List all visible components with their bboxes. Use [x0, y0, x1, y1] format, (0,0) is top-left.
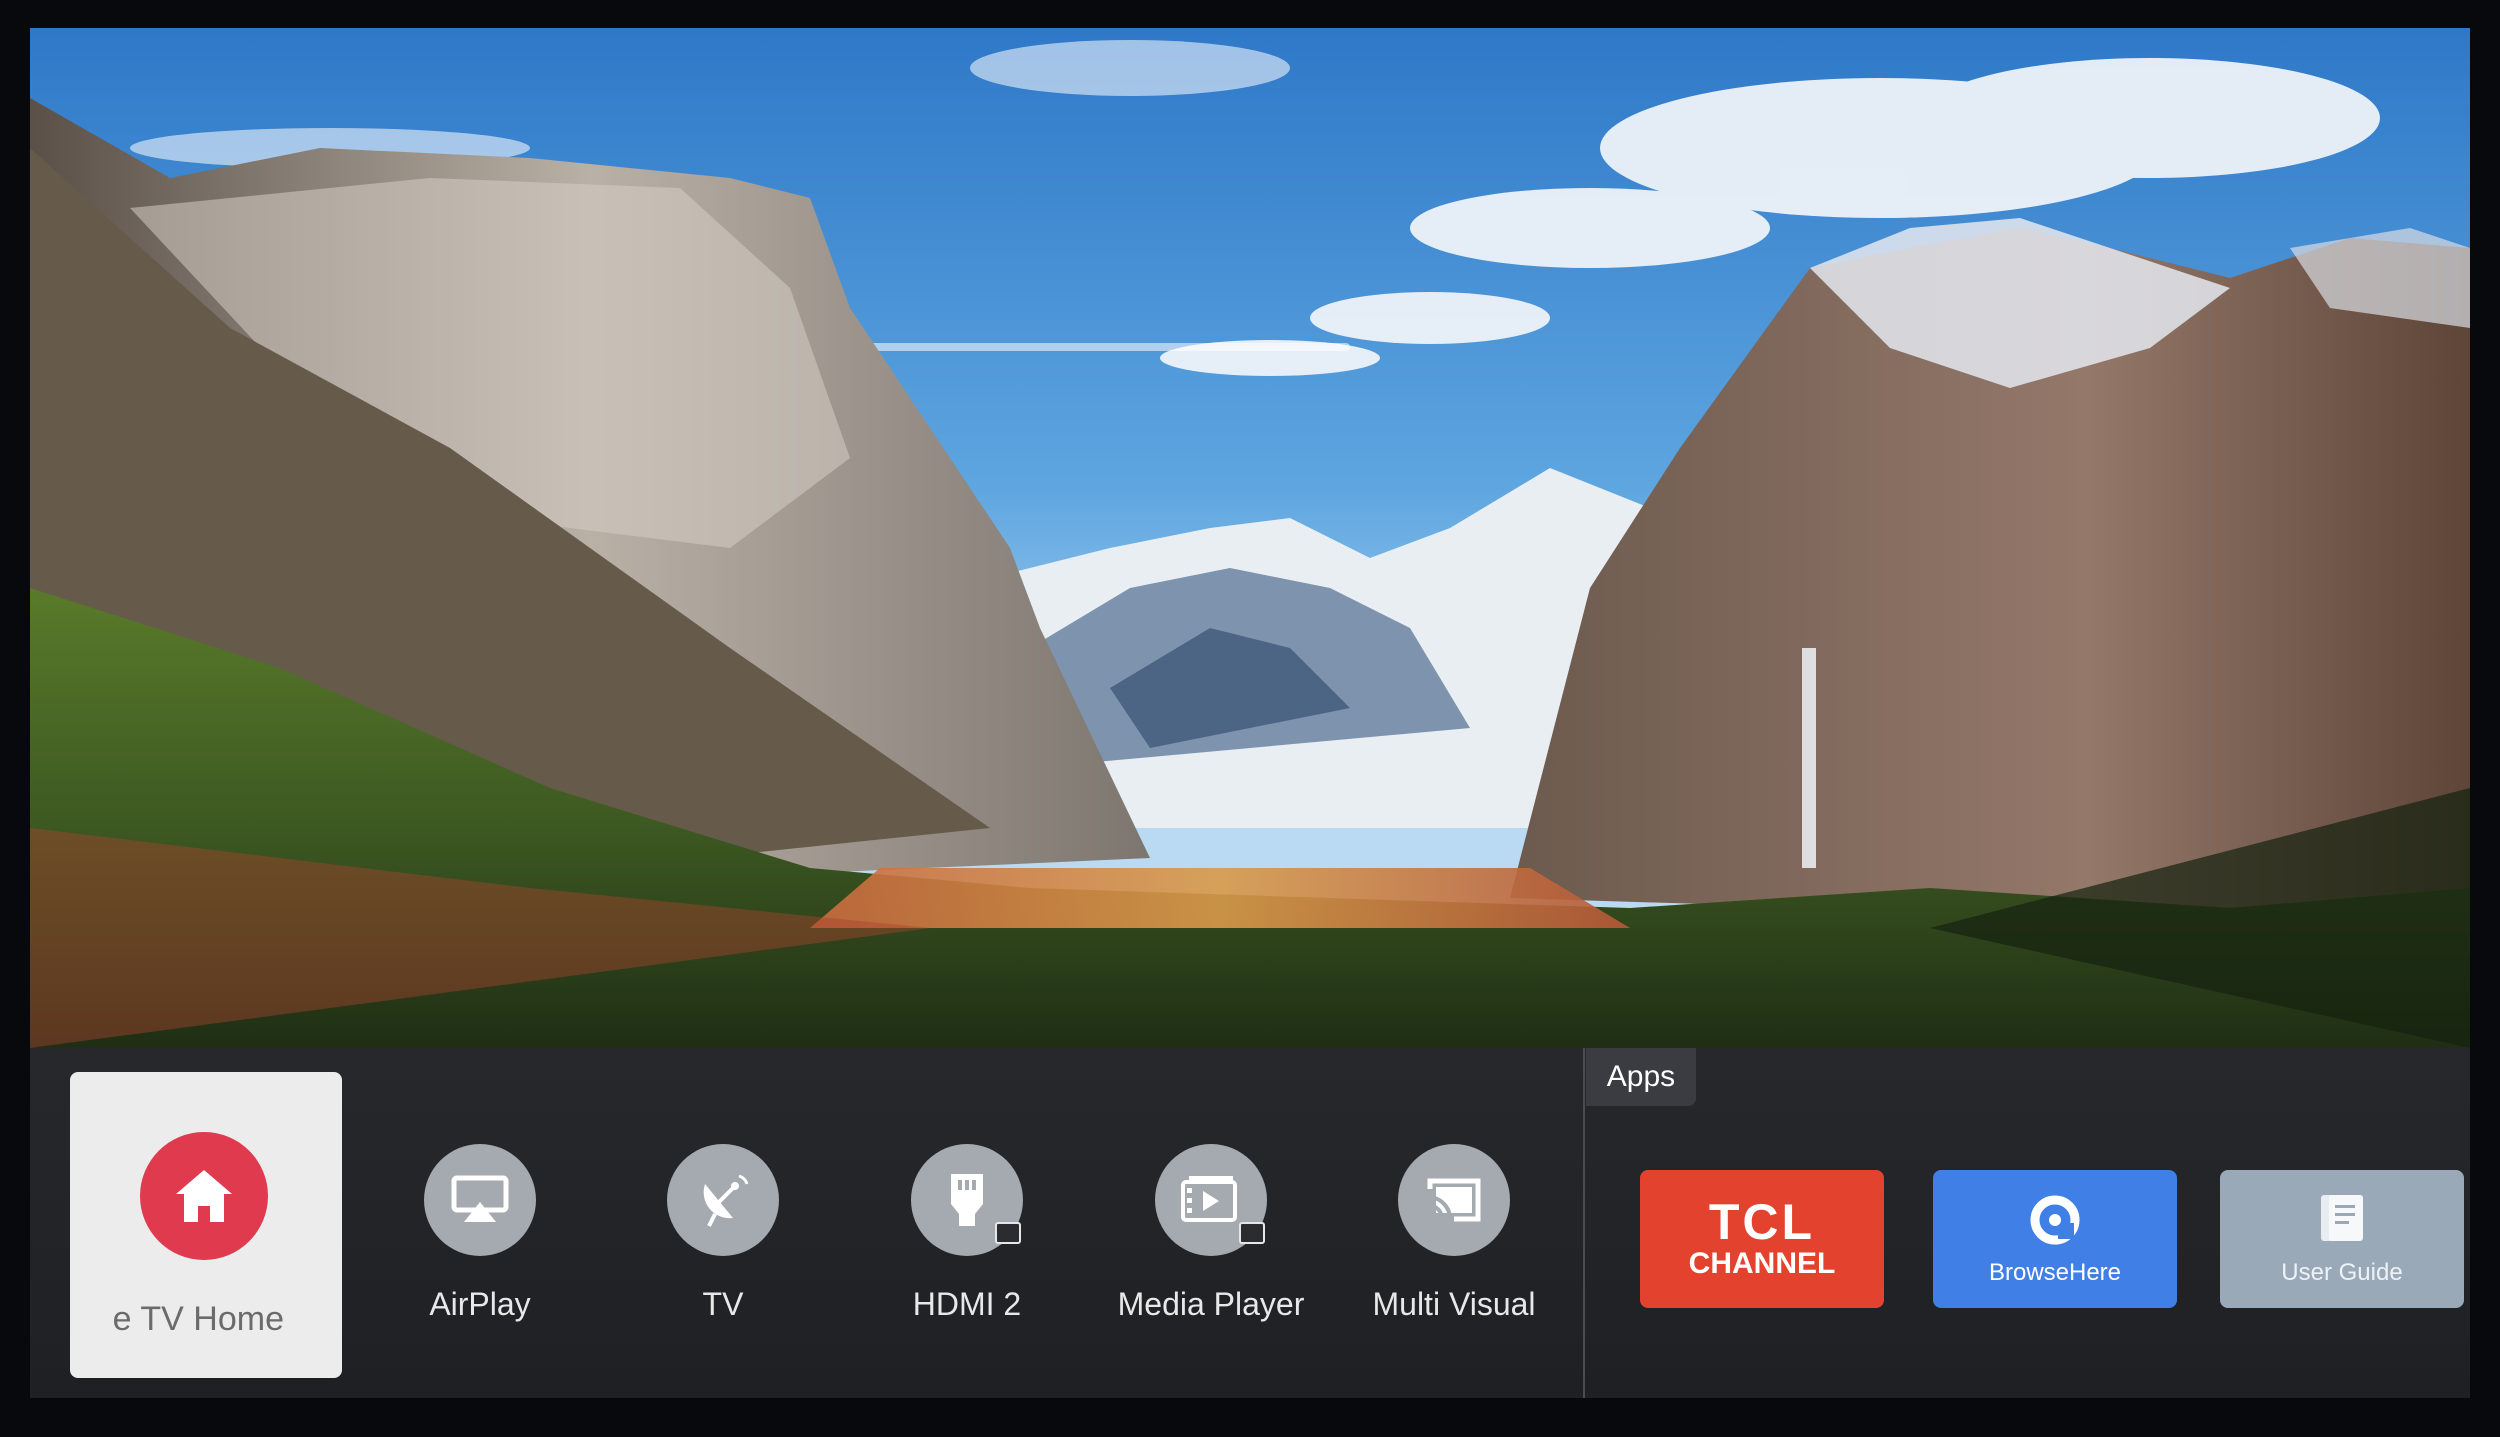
tv-item[interactable]: TV: [613, 1144, 833, 1323]
airplay-icon: [424, 1144, 536, 1256]
airplay-item[interactable]: AirPlay: [370, 1144, 590, 1323]
tv-home-label: e TV Home: [112, 1300, 284, 1338]
input-badge-icon: [995, 1222, 1021, 1244]
browsehere-app[interactable]: BrowseHere: [1933, 1170, 2177, 1308]
wallpaper-image: [30, 28, 2470, 1048]
home-icon: [140, 1132, 268, 1260]
document-icon: [2321, 1195, 2363, 1241]
media-player-icon: [1155, 1144, 1267, 1256]
tcl-channel-app[interactable]: TCL CHANNEL: [1640, 1170, 1884, 1308]
multi-visual-label: Multi Visual: [1372, 1286, 1536, 1322]
multi-visual-item[interactable]: Multi Visual: [1344, 1144, 1564, 1323]
tv-screen: Apps e TV Home AirPlay TV HDMI 2 Media P…: [30, 28, 2470, 1398]
apps-section-label: Apps: [1586, 1048, 1696, 1106]
media-player-item[interactable]: Media Player: [1101, 1144, 1321, 1323]
user-guide-label: User Guide: [2281, 1259, 2403, 1286]
satellite-dish-icon: [667, 1144, 779, 1256]
input-badge-icon: [1239, 1222, 1265, 1244]
section-divider: [1583, 1048, 1585, 1398]
media-player-label: Media Player: [1117, 1286, 1305, 1322]
tv-label: TV: [702, 1286, 744, 1322]
tcl-channel-text: CHANNEL: [1688, 1247, 1836, 1280]
tv-home-tile[interactable]: e TV Home: [70, 1072, 342, 1378]
hdmi-2-item[interactable]: HDMI 2: [857, 1144, 1077, 1323]
hdmi-2-label: HDMI 2: [912, 1286, 1022, 1322]
browsehere-label: BrowseHere: [1988, 1259, 2122, 1286]
browser-icon: [2030, 1195, 2080, 1245]
airplay-label: AirPlay: [429, 1286, 531, 1322]
cast-icon: [1398, 1144, 1510, 1256]
tcl-logo-text: TCL: [1708, 1194, 1816, 1250]
hdmi-icon: [911, 1144, 1023, 1256]
user-guide-app[interactable]: User Guide: [2220, 1170, 2464, 1308]
